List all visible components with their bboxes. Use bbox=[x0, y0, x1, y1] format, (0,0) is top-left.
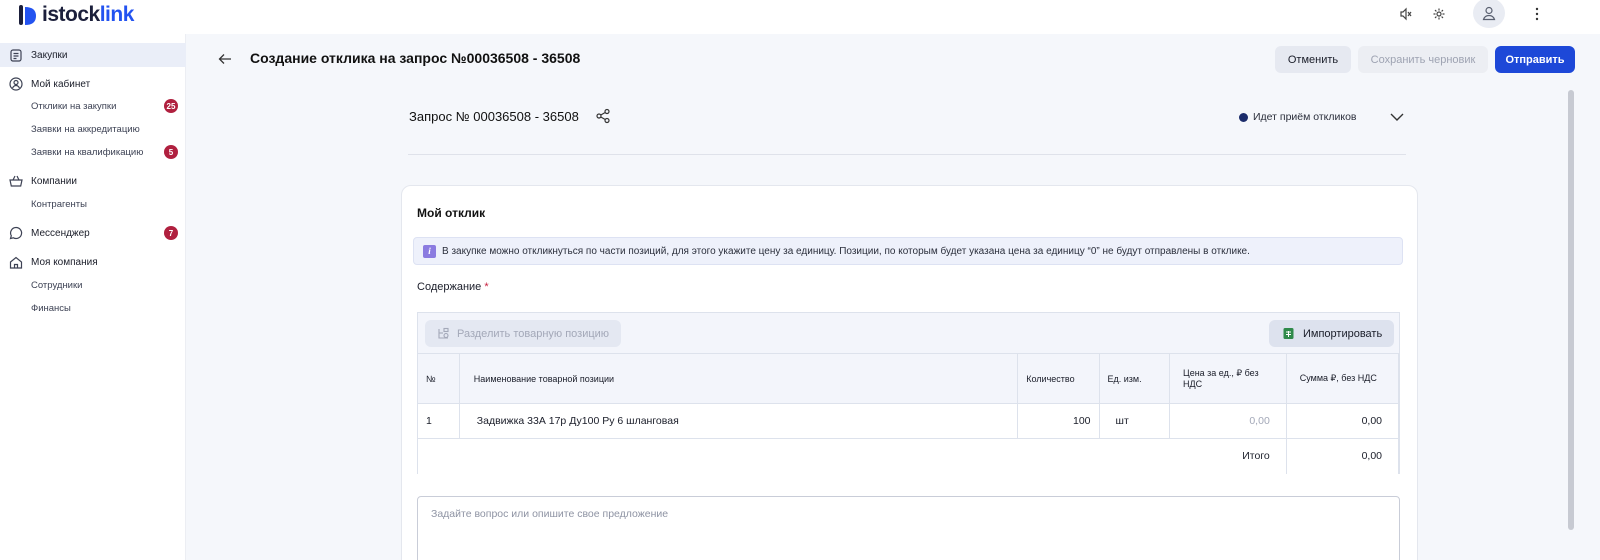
split-position-button[interactable]: Разделить товарную позицию bbox=[425, 320, 621, 347]
content-label-text: Содержание bbox=[417, 281, 482, 293]
import-button-label: Импортировать bbox=[1303, 327, 1383, 340]
more-vertical-icon[interactable] bbox=[1527, 4, 1547, 24]
column-header: Сумма ₽, без НДС bbox=[1286, 353, 1400, 404]
row-number: 1 bbox=[418, 403, 460, 439]
share-icon[interactable] bbox=[595, 108, 611, 124]
back-arrow-icon[interactable] bbox=[216, 50, 234, 68]
column-header: Цена за ед., ₽ без НДС bbox=[1169, 353, 1287, 404]
sidebar-item-my-cabinet[interactable]: Мой кабинет bbox=[0, 72, 186, 96]
response-title: Мой отклик bbox=[417, 206, 486, 220]
user-circle-icon bbox=[9, 77, 23, 91]
item-name: Задвижка 33А 17р Ду100 Ру 6 шланговая bbox=[459, 403, 1019, 439]
column-header: Наименование товарной позиции bbox=[459, 353, 1019, 404]
chat-icon bbox=[9, 226, 23, 240]
sidebar-subitem-label: Заявки на аккредитацию bbox=[31, 123, 140, 135]
top-bar: istocklink bbox=[0, 0, 1600, 34]
required-mark: * bbox=[484, 281, 489, 293]
sidebar-item-responses[interactable]: Отклики на закупки 25 bbox=[0, 94, 186, 118]
logo-mark-icon bbox=[19, 5, 36, 25]
items-grid: № Наименование товарной позиции Количест… bbox=[418, 353, 1400, 474]
logo-text-part1: istock bbox=[42, 3, 100, 26]
split-icon bbox=[438, 327, 449, 339]
sidebar-subitem-label: Контрагенты bbox=[31, 198, 87, 210]
status-indicator: Идет приём откликов bbox=[1239, 111, 1357, 123]
document-icon bbox=[9, 48, 23, 62]
comment-textarea[interactable]: Задайте вопрос или опишите свое предложе… bbox=[417, 496, 1400, 560]
sidebar-item-purchases[interactable]: Закупки bbox=[0, 43, 186, 67]
send-button[interactable]: Отправить bbox=[1495, 46, 1575, 73]
logo-text-part2: link bbox=[99, 3, 135, 26]
column-header: Ед. изм. bbox=[1099, 353, 1171, 404]
total-label: Итого bbox=[418, 438, 1287, 474]
sidebar-item-employees[interactable]: Сотрудники bbox=[0, 273, 186, 297]
total-row: Итого 0,00 bbox=[418, 438, 1400, 474]
sidebar-item-label: Закупки bbox=[31, 49, 68, 61]
user-icon bbox=[1482, 6, 1496, 21]
status-text: Идет приём откликов bbox=[1253, 111, 1357, 123]
sidebar-subitem-label: Финансы bbox=[31, 302, 71, 314]
total-value: 0,00 bbox=[1286, 438, 1400, 474]
sidebar-item-accreditation[interactable]: Заявки на аккредитацию bbox=[0, 117, 186, 141]
item-sum: 0,00 bbox=[1286, 403, 1400, 439]
mute-icon[interactable] bbox=[1396, 4, 1416, 24]
comment-placeholder: Задайте вопрос или опишите свое предложе… bbox=[431, 508, 669, 520]
basket-icon bbox=[9, 174, 23, 188]
status-dot bbox=[1239, 112, 1248, 122]
count-badge: 7 bbox=[164, 226, 178, 240]
sidebar-item-qualification[interactable]: Заявки на квалификацию 5 bbox=[0, 140, 186, 164]
count-badge: 5 bbox=[164, 145, 178, 159]
item-quantity: 100 bbox=[1017, 403, 1100, 439]
sidebar: Закупки Мой кабинет Отклики на закупки 2… bbox=[0, 34, 186, 560]
count-badge: 25 bbox=[164, 99, 178, 113]
save-draft-button[interactable]: Сохранить черновик bbox=[1358, 46, 1488, 73]
import-button[interactable]: Импортировать bbox=[1269, 320, 1394, 347]
divider bbox=[408, 154, 1406, 155]
info-text: В закупке можно откликнуться по части по… bbox=[442, 245, 1250, 257]
page-title: Создание отклика на запрос №00036508 - 3… bbox=[250, 50, 581, 66]
sidebar-item-messenger[interactable]: Мессенджер 7 bbox=[0, 221, 186, 245]
home-icon bbox=[9, 255, 23, 269]
sidebar-item-label: Мой кабинет bbox=[31, 78, 91, 90]
info-banner: i В закупке можно откликнуться по части … bbox=[413, 237, 1403, 265]
item-unit: шт bbox=[1099, 403, 1171, 439]
sidebar-item-label: Компании bbox=[31, 175, 77, 187]
sidebar-item-finance[interactable]: Финансы bbox=[0, 296, 186, 320]
sidebar-subitem-label: Сотрудники bbox=[31, 279, 83, 291]
logo-text: istocklink bbox=[42, 3, 134, 27]
column-header: № bbox=[418, 353, 460, 404]
column-header: Количество bbox=[1017, 353, 1100, 404]
info-icon: i bbox=[423, 244, 436, 258]
sidebar-item-label: Моя компания bbox=[31, 256, 98, 268]
sidebar-subitem-label: Отклики на закупки bbox=[31, 100, 117, 112]
sidebar-item-label: Мессенджер bbox=[31, 227, 90, 239]
logo[interactable]: istocklink bbox=[16, 2, 134, 28]
content-label: Содержание * bbox=[417, 281, 489, 293]
request-title: Запрос № 00036508 - 36508 bbox=[409, 109, 579, 124]
sidebar-item-companies[interactable]: Компании bbox=[0, 169, 186, 193]
split-button-label: Разделить товарную позицию bbox=[457, 327, 610, 340]
chevron-down-icon[interactable] bbox=[1389, 110, 1405, 124]
table-row: 1 Задвижка 33А 17р Ду100 Ру 6 шланговая … bbox=[418, 403, 1400, 439]
spreadsheet-icon bbox=[1283, 328, 1294, 339]
cancel-button[interactable]: Отменить bbox=[1275, 46, 1351, 73]
sidebar-item-counterparties[interactable]: Контрагенты bbox=[0, 192, 186, 216]
unit-price-input[interactable]: 0,00 bbox=[1169, 403, 1287, 439]
sidebar-item-my-company[interactable]: Моя компания bbox=[0, 250, 186, 274]
avatar[interactable] bbox=[1473, 0, 1505, 28]
sidebar-subitem-label: Заявки на квалификацию bbox=[31, 146, 144, 158]
items-table: Разделить товарную позицию Импортировать… bbox=[417, 312, 1400, 474]
gear-icon[interactable] bbox=[1429, 4, 1449, 24]
scrollbar[interactable] bbox=[1568, 90, 1574, 530]
